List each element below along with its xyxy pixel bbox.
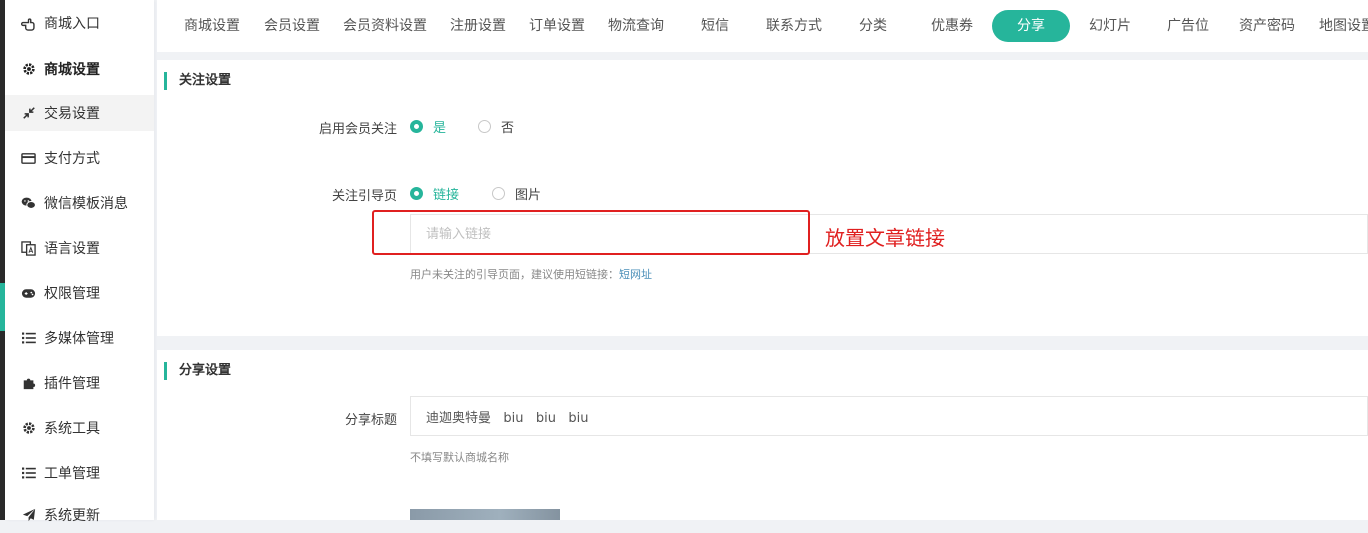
sidebar-item-plugins[interactable]: 插件管理 xyxy=(5,365,154,401)
wechat-icon xyxy=(21,196,36,211)
tab-slideshow[interactable]: 幻灯片 xyxy=(1089,10,1131,42)
sidebar-item-system-update[interactable]: 系统更新 xyxy=(5,497,154,533)
hand-pointer-icon xyxy=(21,16,36,31)
credit-card-icon xyxy=(21,151,36,166)
radio-label: 否 xyxy=(501,121,515,136)
tab-store-settings[interactable]: 商城设置 xyxy=(184,10,240,42)
gear-icon xyxy=(21,421,36,436)
tab-member-settings[interactable]: 会员设置 xyxy=(264,10,320,42)
settings-tab-bar: 商城设置 会员设置 会员资料设置 注册设置 订单设置 物流查询 短信 联系方式 … xyxy=(157,0,1368,52)
gear-icon xyxy=(21,62,36,77)
radio-dot xyxy=(410,187,423,200)
guide-image-radio[interactable]: 图片 xyxy=(492,184,541,203)
translate-icon xyxy=(21,240,36,256)
share-title-label: 分享标题 xyxy=(344,413,397,428)
share-title-input[interactable] xyxy=(410,396,1368,436)
guide-link-hint: 用户未关注的引导页面，建议使用短链接：短网址 xyxy=(410,266,652,282)
enable-follow-label: 启用会员关注 xyxy=(318,122,397,137)
guide-link-radio[interactable]: 链接 xyxy=(410,184,459,203)
radio-dot xyxy=(478,120,491,133)
sidebar-item-media[interactable]: 多媒体管理 xyxy=(5,320,154,356)
compress-arrows-icon xyxy=(21,106,36,121)
sidebar-item-permissions[interactable]: 权限管理 xyxy=(5,275,154,311)
sidebar-item-store-settings[interactable]: 商城设置 xyxy=(5,51,154,87)
tab-order-settings[interactable]: 订单设置 xyxy=(529,10,585,42)
share-settings-panel: 分享设置 分享标题 不填写默认商城名称 xyxy=(157,350,1368,520)
sidebar-item-store-entry[interactable]: 商城入口 xyxy=(5,5,154,41)
annotation-text: 放置文章链接 xyxy=(825,226,945,250)
sidebar-item-label: 工单管理 xyxy=(44,466,100,482)
tab-category[interactable]: 分类 xyxy=(859,10,887,42)
sidebar-item-payment[interactable]: 支付方式 xyxy=(5,140,154,176)
sidebar-item-wechat-template[interactable]: 微信模板消息 xyxy=(5,185,154,221)
tab-member-profile-settings[interactable]: 会员资料设置 xyxy=(343,10,427,42)
enable-follow-no-radio[interactable]: 否 xyxy=(478,117,514,136)
share-title-hint: 不填写默认商城名称 xyxy=(410,451,509,464)
sidebar-item-tickets[interactable]: 工单管理 xyxy=(5,455,154,491)
sidebar-item-label: 微信模板消息 xyxy=(44,196,128,212)
tab-register-settings[interactable]: 注册设置 xyxy=(450,10,506,42)
sidebar-item-label: 语言设置 xyxy=(44,241,100,257)
radio-label: 链接 xyxy=(433,188,460,203)
short-url-link[interactable]: 短网址 xyxy=(619,268,652,281)
sidebar-item-trade-settings[interactable]: 交易设置 xyxy=(5,95,154,131)
section-title-share: 分享设置 xyxy=(164,362,231,380)
sidebar-item-label: 交易设置 xyxy=(44,106,100,122)
list-icon xyxy=(21,331,36,346)
sidebar-item-label: 系统更新 xyxy=(44,508,100,524)
radio-dot xyxy=(492,187,505,200)
follow-settings-panel: 关注设置 启用会员关注 是 否 关注引导页 链接 图片 用户未关注的引导页面，建… xyxy=(157,60,1368,336)
section-title-follow: 关注设置 xyxy=(164,72,231,90)
hint-text: 用户未关注的引导页面，建议使用短链接： xyxy=(410,268,619,281)
sidebar-item-label: 插件管理 xyxy=(44,376,100,392)
share-image-thumbnail[interactable] xyxy=(410,509,560,520)
radio-dot xyxy=(410,120,423,133)
enable-follow-yes-radio[interactable]: 是 xyxy=(410,117,446,136)
sidebar-item-system-tools[interactable]: 系统工具 xyxy=(5,410,154,446)
sidebar-item-label: 多媒体管理 xyxy=(44,331,114,347)
sidebar: 商城入口 商城设置 交易设置 支付方式 微信模板消息 语言设置 权限管理 多媒体… xyxy=(5,0,154,524)
sidebar-item-label: 权限管理 xyxy=(44,286,100,302)
tab-contact[interactable]: 联系方式 xyxy=(766,10,822,42)
gamepad-icon xyxy=(21,286,36,301)
radio-label: 图片 xyxy=(515,188,542,203)
sidebar-item-language[interactable]: 语言设置 xyxy=(5,230,154,266)
tab-coupon[interactable]: 优惠券 xyxy=(931,10,973,42)
sidebar-item-label: 商城设置 xyxy=(44,62,100,78)
tab-asset-password[interactable]: 资产密码 xyxy=(1239,10,1295,42)
sidebar-item-label: 系统工具 xyxy=(44,421,100,437)
sidebar-item-label: 商城入口 xyxy=(44,16,100,32)
sidebar-item-label: 支付方式 xyxy=(44,151,100,167)
tab-share[interactable]: 分享 xyxy=(992,10,1070,42)
tab-logistics-query[interactable]: 物流查询 xyxy=(608,10,664,42)
puzzle-icon xyxy=(21,376,36,391)
tab-sms[interactable]: 短信 xyxy=(701,10,729,42)
guide-page-label: 关注引导页 xyxy=(331,189,397,204)
radio-label: 是 xyxy=(433,121,447,136)
tab-ad-slot[interactable]: 广告位 xyxy=(1167,10,1209,42)
paper-plane-icon xyxy=(21,508,36,523)
tab-map-settings[interactable]: 地图设置 xyxy=(1319,10,1368,42)
list-icon xyxy=(21,466,36,481)
